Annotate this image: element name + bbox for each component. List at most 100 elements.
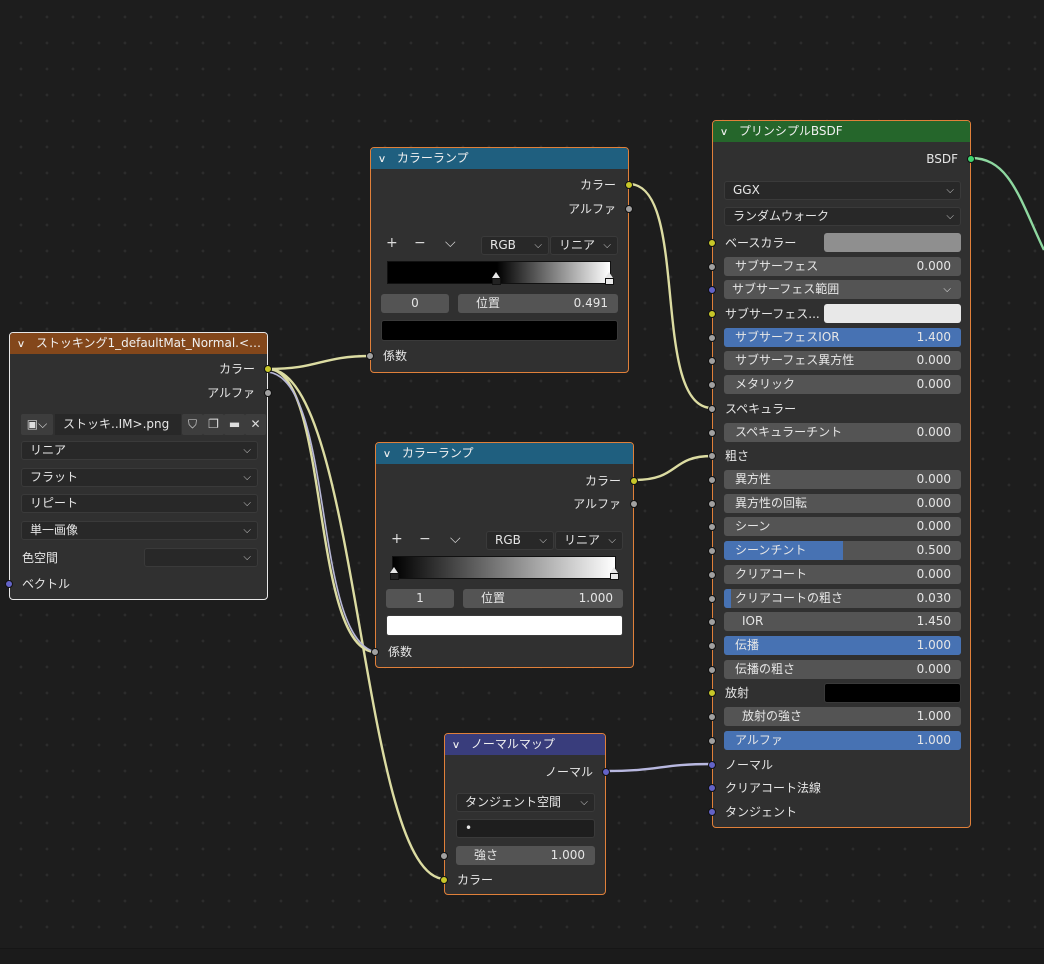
interpolation-dropdown[interactable]: リニア ⌵: [21, 441, 258, 460]
color-ramp-node-2[interactable]: ∨ カラーランプ カラー アルファ + − ⌵ RGB ⌵ リニア ⌵ 1 位置 1…: [371, 442, 638, 668]
socket-color-out[interactable]: [625, 181, 633, 189]
socket-color-in[interactable]: [440, 876, 448, 884]
socket-subsurface-anisotropy-in[interactable]: [708, 357, 716, 365]
socket-alpha-in[interactable]: [708, 737, 716, 745]
color-ramp-node-1[interactable]: ∨ カラーランプ カラー アルファ + − ⌵ RGB ⌵ リニア ⌵ 0 位置 0…: [366, 147, 633, 373]
socket-alpha-out[interactable]: [264, 389, 272, 397]
socket-tangent-in[interactable]: [708, 808, 716, 816]
fake-user-shield-icon[interactable]: ⛉: [182, 414, 203, 435]
collapse-chevron-icon[interactable]: ∨: [452, 735, 469, 755]
socket-color-out[interactable]: [264, 365, 272, 373]
socket-metallic-in[interactable]: [708, 381, 716, 389]
base-color-swatch[interactable]: [824, 233, 961, 252]
socket-normal-out[interactable]: [602, 768, 610, 776]
metallic-field[interactable]: メタリック 0.000: [724, 375, 961, 394]
open-folder-icon[interactable]: ▬: [224, 414, 245, 435]
alpha-field[interactable]: アルファ 1.000: [724, 731, 961, 750]
socket-base-color-in[interactable]: [708, 239, 716, 247]
socket-normal-in[interactable]: [708, 761, 716, 769]
emission-color-swatch[interactable]: [824, 683, 961, 703]
subsurface-ior-field[interactable]: サブサーフェスIOR 1.400: [724, 328, 961, 347]
socket-fac-in[interactable]: [366, 352, 374, 360]
normal-map-node[interactable]: ∨ ノーマルマップ ノーマル タンジェント空間 ⌵ • 強さ 1.000 カラー: [440, 733, 610, 895]
color-mode-dropdown[interactable]: RGB ⌵: [481, 236, 549, 255]
sheen-field[interactable]: シーン 0.000: [724, 517, 961, 536]
ramp-menu-button[interactable]: ⌵: [450, 531, 461, 547]
color-ramp-header[interactable]: ∨ カラーランプ: [376, 443, 633, 464]
collapse-chevron-icon[interactable]: ∨: [378, 149, 395, 169]
colorspace-dropdown[interactable]: ⌵: [144, 548, 258, 567]
stop-position-field[interactable]: 位置 0.491: [458, 294, 618, 313]
active-stop-index[interactable]: 1: [386, 589, 454, 608]
subsurface-field[interactable]: サブサーフェス 0.000: [724, 257, 961, 276]
socket-vector-in[interactable]: [5, 580, 13, 588]
subsurface-color-swatch[interactable]: [824, 304, 961, 323]
image-texture-header[interactable]: ∨ ストッキング1_defaultMat_Normal.<UDI...: [10, 333, 267, 354]
image-browse-icon[interactable]: ▣⌵: [21, 414, 53, 435]
socket-sheen-in[interactable]: [708, 523, 716, 531]
ramp-stop-0[interactable]: [492, 272, 501, 285]
strength-field[interactable]: 強さ 1.000: [456, 846, 595, 865]
image-texture-node[interactable]: ∨ ストッキング1_defaultMat_Normal.<UDI... カラー …: [5, 332, 272, 600]
clearcoat-field[interactable]: クリアコート 0.000: [724, 565, 961, 584]
space-dropdown[interactable]: タンジェント空間 ⌵: [456, 793, 595, 812]
socket-anisotropic-rotation-in[interactable]: [708, 500, 716, 508]
distribution-dropdown[interactable]: GGX ⌵: [724, 181, 961, 200]
socket-sheen-tint-in[interactable]: [708, 547, 716, 555]
socket-alpha-out[interactable]: [630, 500, 638, 508]
socket-specular-in[interactable]: [708, 405, 716, 413]
socket-strength-in[interactable]: [440, 852, 448, 860]
add-stop-button[interactable]: +: [391, 531, 403, 547]
ior-field[interactable]: IOR 1.450: [724, 612, 961, 631]
socket-subsurface-ior-in[interactable]: [708, 334, 716, 342]
source-dropdown[interactable]: 単一画像 ⌵: [21, 521, 258, 540]
interpolation-dropdown[interactable]: リニア ⌵: [550, 236, 618, 255]
normal-map-header[interactable]: ∨ ノーマルマップ: [445, 734, 605, 755]
sheen-tint-field[interactable]: シーンチント 0.500: [724, 541, 961, 560]
ramp-menu-button[interactable]: ⌵: [445, 235, 456, 251]
stop-position-field[interactable]: 位置 1.000: [463, 589, 623, 608]
socket-color-out[interactable]: [630, 477, 638, 485]
stop-color-swatch[interactable]: [381, 320, 618, 341]
socket-specular-tint-in[interactable]: [708, 429, 716, 437]
collapse-chevron-icon[interactable]: ∨: [383, 444, 400, 464]
specular-tint-field[interactable]: スペキュラーチント 0.000: [724, 423, 961, 442]
uv-map-field[interactable]: •: [456, 819, 595, 838]
socket-anisotropic-in[interactable]: [708, 476, 716, 484]
collapse-chevron-icon[interactable]: ∨: [720, 122, 737, 142]
socket-clearcoat-roughness-in[interactable]: [708, 595, 716, 603]
active-stop-index[interactable]: 0: [381, 294, 449, 313]
socket-emission-strength-in[interactable]: [708, 713, 716, 721]
subsurface-radius-dropdown[interactable]: サブサーフェス範囲 ⌵: [724, 280, 961, 299]
remove-stop-button[interactable]: −: [419, 531, 431, 547]
image-filename[interactable]: ストッキ..IM>.png: [55, 414, 181, 435]
clearcoat-roughness-field[interactable]: クリアコートの粗さ 0.030: [724, 589, 961, 608]
socket-transmission-in[interactable]: [708, 642, 716, 650]
ramp-stop-0[interactable]: [390, 567, 399, 580]
color-mode-dropdown[interactable]: RGB ⌵: [486, 531, 554, 550]
socket-clearcoat-in[interactable]: [708, 571, 716, 579]
socket-subsurface-color-in[interactable]: [708, 310, 716, 318]
color-ramp-gradient[interactable]: [392, 556, 616, 579]
subsurface-method-dropdown[interactable]: ランダムウォーク ⌵: [724, 207, 961, 226]
socket-subsurface-in[interactable]: [708, 263, 716, 271]
collapse-chevron-icon[interactable]: ∨: [17, 334, 34, 354]
anisotropic-field[interactable]: 異方性 0.000: [724, 470, 961, 489]
subsurface-anisotropy-field[interactable]: サブサーフェス異方性 0.000: [724, 351, 961, 370]
socket-roughness-in[interactable]: [708, 452, 716, 460]
remove-stop-button[interactable]: −: [414, 235, 426, 251]
emission-strength-field[interactable]: 放射の強さ 1.000: [724, 707, 961, 726]
add-stop-button[interactable]: +: [386, 235, 398, 251]
principled-bsdf-header[interactable]: ∨ プリンシプルBSDF: [713, 121, 970, 142]
color-ramp-header[interactable]: ∨ カラーランプ: [371, 148, 628, 169]
socket-fac-in[interactable]: [371, 648, 379, 656]
socket-emission-in[interactable]: [708, 689, 716, 697]
anisotropic-rotation-field[interactable]: 異方性の回転 0.000: [724, 494, 961, 513]
socket-transmission-roughness-in[interactable]: [708, 666, 716, 674]
projection-dropdown[interactable]: フラット ⌵: [21, 468, 258, 487]
extension-dropdown[interactable]: リピート ⌵: [21, 494, 258, 513]
transmission-field[interactable]: 伝播 1.000: [724, 636, 961, 655]
stop-color-swatch[interactable]: [386, 615, 623, 636]
socket-clearcoat-normal-in[interactable]: [708, 784, 716, 792]
duplicate-icon[interactable]: ❐: [203, 414, 224, 435]
